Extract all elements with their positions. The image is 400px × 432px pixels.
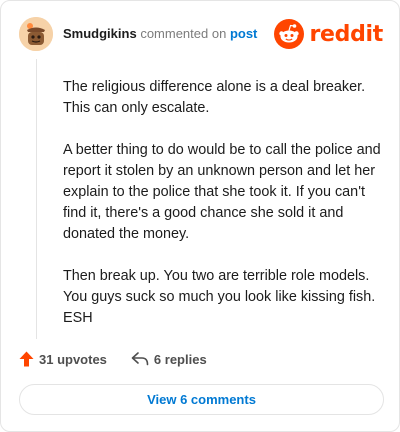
reddit-alien-icon bbox=[274, 19, 305, 49]
comment-body: The religious difference alone is a deal… bbox=[63, 77, 383, 350]
comment-actions: 31 upvotes 6 replies bbox=[19, 348, 207, 370]
user-avatar[interactable] bbox=[19, 17, 53, 51]
comment-header: Smudgikins commented on post reddit bbox=[19, 17, 383, 51]
post-link[interactable]: post bbox=[230, 26, 257, 41]
action-text: commented on bbox=[140, 26, 227, 41]
reddit-wordmark: reddit bbox=[309, 21, 383, 47]
comment-paragraph: The religious difference alone is a deal… bbox=[63, 79, 366, 116]
upvote-arrow-icon bbox=[19, 351, 34, 367]
reply-count: 6 replies bbox=[153, 351, 207, 367]
reply-button[interactable]: 6 replies bbox=[131, 352, 207, 367]
comment-card: Smudgikins commented on post reddit The … bbox=[0, 0, 400, 432]
reply-arrow-icon bbox=[131, 352, 149, 366]
comment-paragraph: A better thing to do would be to call th… bbox=[63, 142, 381, 242]
thread-line[interactable] bbox=[36, 59, 37, 339]
view-comments-button[interactable]: View 6 comments bbox=[19, 384, 384, 415]
upvote-count: 31 upvotes bbox=[39, 351, 107, 367]
username-link[interactable]: Smudgikins bbox=[63, 26, 137, 41]
reddit-logo[interactable]: reddit bbox=[274, 19, 383, 49]
comment-paragraph: Then break up. You two are terrible role… bbox=[63, 268, 376, 326]
snoo-avatar-icon bbox=[19, 17, 53, 51]
upvote-button[interactable]: 31 upvotes bbox=[19, 351, 107, 367]
byline: Smudgikins commented on post bbox=[63, 26, 257, 42]
